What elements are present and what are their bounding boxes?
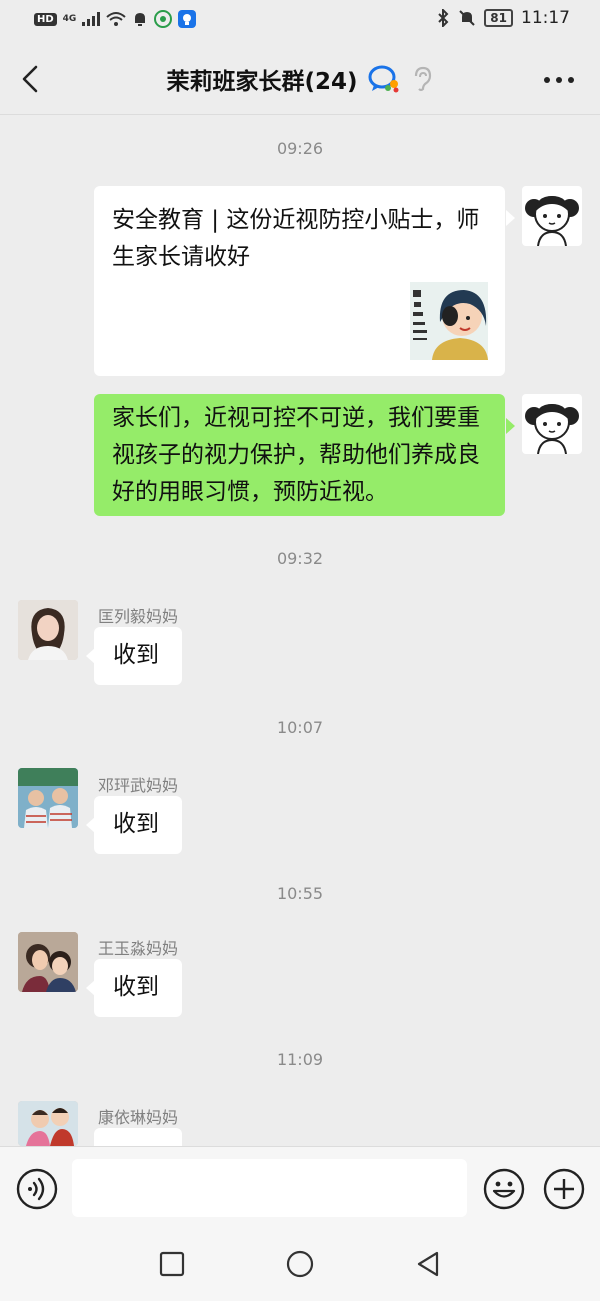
nav-back-icon[interactable]: [414, 1250, 442, 1278]
teacher-avatar[interactable]: [522, 186, 582, 246]
status-left: HD 4G: [34, 10, 197, 28]
network-label: 4G: [62, 14, 77, 24]
member-avatar[interactable]: [18, 1101, 78, 1146]
my-message-bubble[interactable]: 家长们，近视可控不可逆，我们要重视孩子的视力保护，帮助他们养成良好的用眼习惯，预…: [94, 394, 505, 516]
member-avatar[interactable]: [18, 768, 78, 828]
title-wrap: 茉莉班家长群(24): [0, 62, 600, 96]
nav-square-icon[interactable]: [159, 1251, 185, 1277]
more-icon[interactable]: [542, 70, 576, 90]
photo-woman-icon: [18, 600, 78, 660]
message-text: 收到: [113, 811, 159, 837]
bubble-tail: [506, 210, 515, 226]
member-avatar[interactable]: [18, 600, 78, 660]
voice-icon[interactable]: [16, 1168, 58, 1210]
incoming-message-bubble[interactable]: 收到: [94, 959, 182, 1017]
chat-header: 茉莉班家长群(24): [0, 42, 600, 115]
chat-title[interactable]: 茉莉班家长群(24): [166, 62, 357, 96]
notification-bell-icon: [135, 13, 146, 26]
photo-children-icon: [18, 1101, 78, 1146]
hd-badge: HD: [34, 12, 57, 26]
wechat-status-icon: [154, 10, 173, 28]
emoji-icon[interactable]: [483, 1168, 525, 1210]
incoming-message-bubble[interactable]: 收到: [94, 796, 182, 854]
cartoon-girl-icon: [525, 404, 579, 454]
cartoon-girl-icon: [525, 196, 579, 246]
battery-indicator: 81: [484, 9, 513, 27]
sender-name: 康依琳妈妈: [98, 1108, 179, 1127]
timestamp: 09:26: [276, 139, 324, 158]
clock: 11:17: [521, 8, 570, 28]
article-thumbnail: [410, 282, 488, 360]
mute-bell-icon: [459, 10, 476, 26]
shared-article-card[interactable]: 安全教育 | 这份近视防控小贴士，师生家长请收好: [94, 186, 505, 376]
message-text: 收到: [113, 974, 159, 1000]
sender-name: 邓玶武妈妈: [98, 776, 179, 795]
article-title: 安全教育 | 这份近视防控小贴士，师生家长请收好: [112, 207, 480, 270]
incoming-message-bubble[interactable]: 收到: [94, 627, 182, 685]
timestamp: 11:09: [276, 1050, 324, 1069]
my-message-text: 家长们，近视可控不可逆，我们要重视孩子的视力保护，帮助他们养成良好的用眼习惯，预…: [112, 405, 480, 505]
wifi-icon: [106, 12, 126, 26]
message-input[interactable]: [72, 1159, 467, 1217]
nav-home-icon[interactable]: [286, 1250, 314, 1278]
status-bar: HD 4G 81 11:17: [0, 0, 600, 42]
timestamp: 10:55: [276, 884, 324, 903]
bulb-app-icon: [178, 10, 197, 28]
wechat-bot-icon[interactable]: [368, 64, 402, 94]
incoming-message-bubble[interactable]: [94, 1128, 182, 1146]
status-right: 81 11:17: [436, 8, 570, 28]
bubble-tail: [506, 418, 515, 434]
timestamp: 10:07: [276, 718, 324, 737]
input-bar: [0, 1146, 600, 1301]
plus-icon[interactable]: [543, 1168, 585, 1210]
message-text: 收到: [113, 642, 159, 668]
member-avatar[interactable]: [18, 932, 78, 992]
teacher-avatar[interactable]: [522, 394, 582, 454]
photo-mother-child-icon: [18, 932, 78, 992]
timestamp: 09:32: [276, 549, 324, 568]
signal-icon: [82, 12, 101, 26]
ear-icon: [414, 66, 431, 92]
bluetooth-icon: [438, 9, 449, 27]
sender-name: 匡列毅妈妈: [98, 607, 179, 626]
photo-twins-icon: [18, 768, 78, 828]
sender-name: 王玉淼妈妈: [98, 939, 179, 958]
eye-chart-girl-icon: [410, 282, 488, 360]
